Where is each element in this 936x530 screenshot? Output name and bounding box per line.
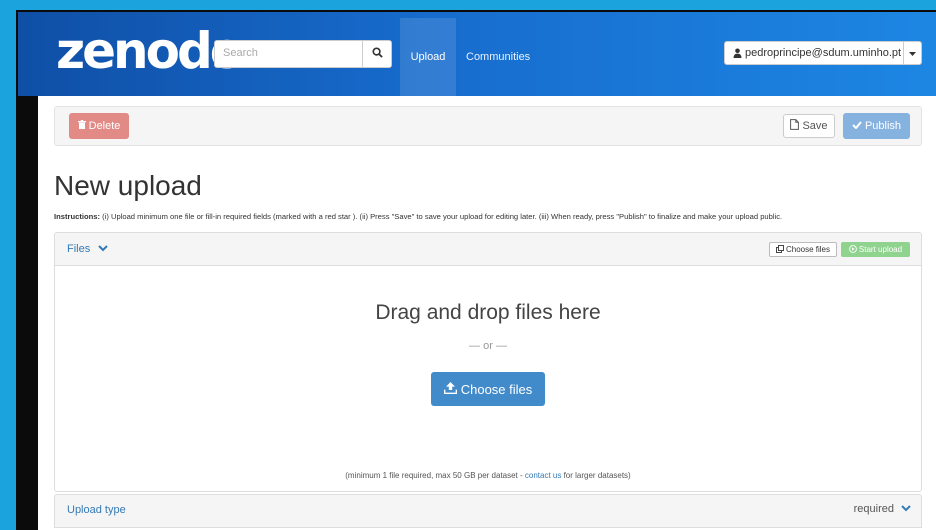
upload-type-title: Upload type [67, 504, 126, 516]
search-icon [371, 45, 383, 63]
files-panel: Files Choose files Start upload Drag and… [54, 232, 922, 492]
start-upload-button[interactable]: Start upload [841, 242, 910, 257]
search-button[interactable] [362, 41, 391, 67]
deposit-action-bar: Delete Save Publish [54, 106, 922, 146]
check-icon [852, 120, 862, 132]
files-note-prefix: (minimum 1 file required, max 50 GB per … [345, 471, 525, 480]
save-button[interactable]: Save [783, 114, 835, 138]
play-circle-icon [849, 244, 857, 255]
caret-down-icon [909, 44, 916, 62]
contact-us-link[interactable]: contact us [525, 471, 561, 480]
choose-files-label: Choose files [460, 381, 533, 397]
user-icon [733, 48, 742, 58]
publish-label: Publish [864, 120, 902, 132]
nav-link-communities[interactable]: Communities [466, 18, 530, 96]
files-limit-note: (minimum 1 file required, max 50 GB per … [55, 471, 921, 480]
search-input[interactable] [215, 41, 371, 65]
copy-icon [776, 244, 784, 255]
instructions-text: Instructions: (i) Upload minimum one fil… [54, 212, 934, 221]
page-title: New upload [54, 170, 202, 201]
browser-frame: zenodo Upload Communities pedroprincipe@… [16, 10, 936, 530]
instructions-label: Instructions: [54, 212, 100, 221]
or-separator: — or — [469, 340, 507, 352]
delete-button[interactable]: Delete [69, 113, 129, 139]
main-content: Delete Save Publish New upload Instructi… [38, 96, 936, 530]
choose-files-small-label: Choose files [785, 245, 831, 254]
nav-link-upload[interactable]: Upload [400, 18, 456, 96]
save-label: Save [802, 120, 828, 132]
search-bar [214, 40, 392, 68]
delete-label: Delete [88, 120, 121, 132]
start-upload-label: Start upload [858, 245, 903, 254]
required-text: required [853, 503, 894, 515]
files-panel-header: Files Choose files Start upload [55, 233, 921, 266]
publish-button[interactable]: Publish [843, 113, 910, 139]
instructions-body: (i) Upload minimum one file or fill-in r… [100, 212, 783, 221]
files-note-suffix: for larger datasets) [561, 471, 631, 480]
file-icon [790, 119, 800, 133]
upload-type-required: required [854, 503, 911, 515]
user-menu-button[interactable]: pedroprincipe@sdum.uminho.pt [724, 41, 904, 65]
choose-files-button[interactable]: Choose files [431, 372, 545, 406]
files-panel-title: Files [67, 243, 91, 255]
user-menu-dropdown-toggle[interactable] [904, 41, 922, 65]
top-navbar: zenodo Upload Communities pedroprincipe@… [18, 12, 936, 96]
trash-icon [77, 120, 86, 132]
drop-zone-text: Drag and drop files here [375, 301, 601, 324]
choose-files-small-button[interactable]: Choose files [769, 242, 837, 257]
chevron-down-icon [901, 503, 911, 515]
user-email: pedroprincipe@sdum.uminho.pt [745, 47, 902, 59]
files-panel-toggle[interactable]: Files [67, 243, 108, 255]
upload-type-panel-header[interactable]: Upload type required [54, 494, 922, 528]
chevron-down-icon [98, 243, 108, 255]
upload-icon [443, 381, 457, 397]
